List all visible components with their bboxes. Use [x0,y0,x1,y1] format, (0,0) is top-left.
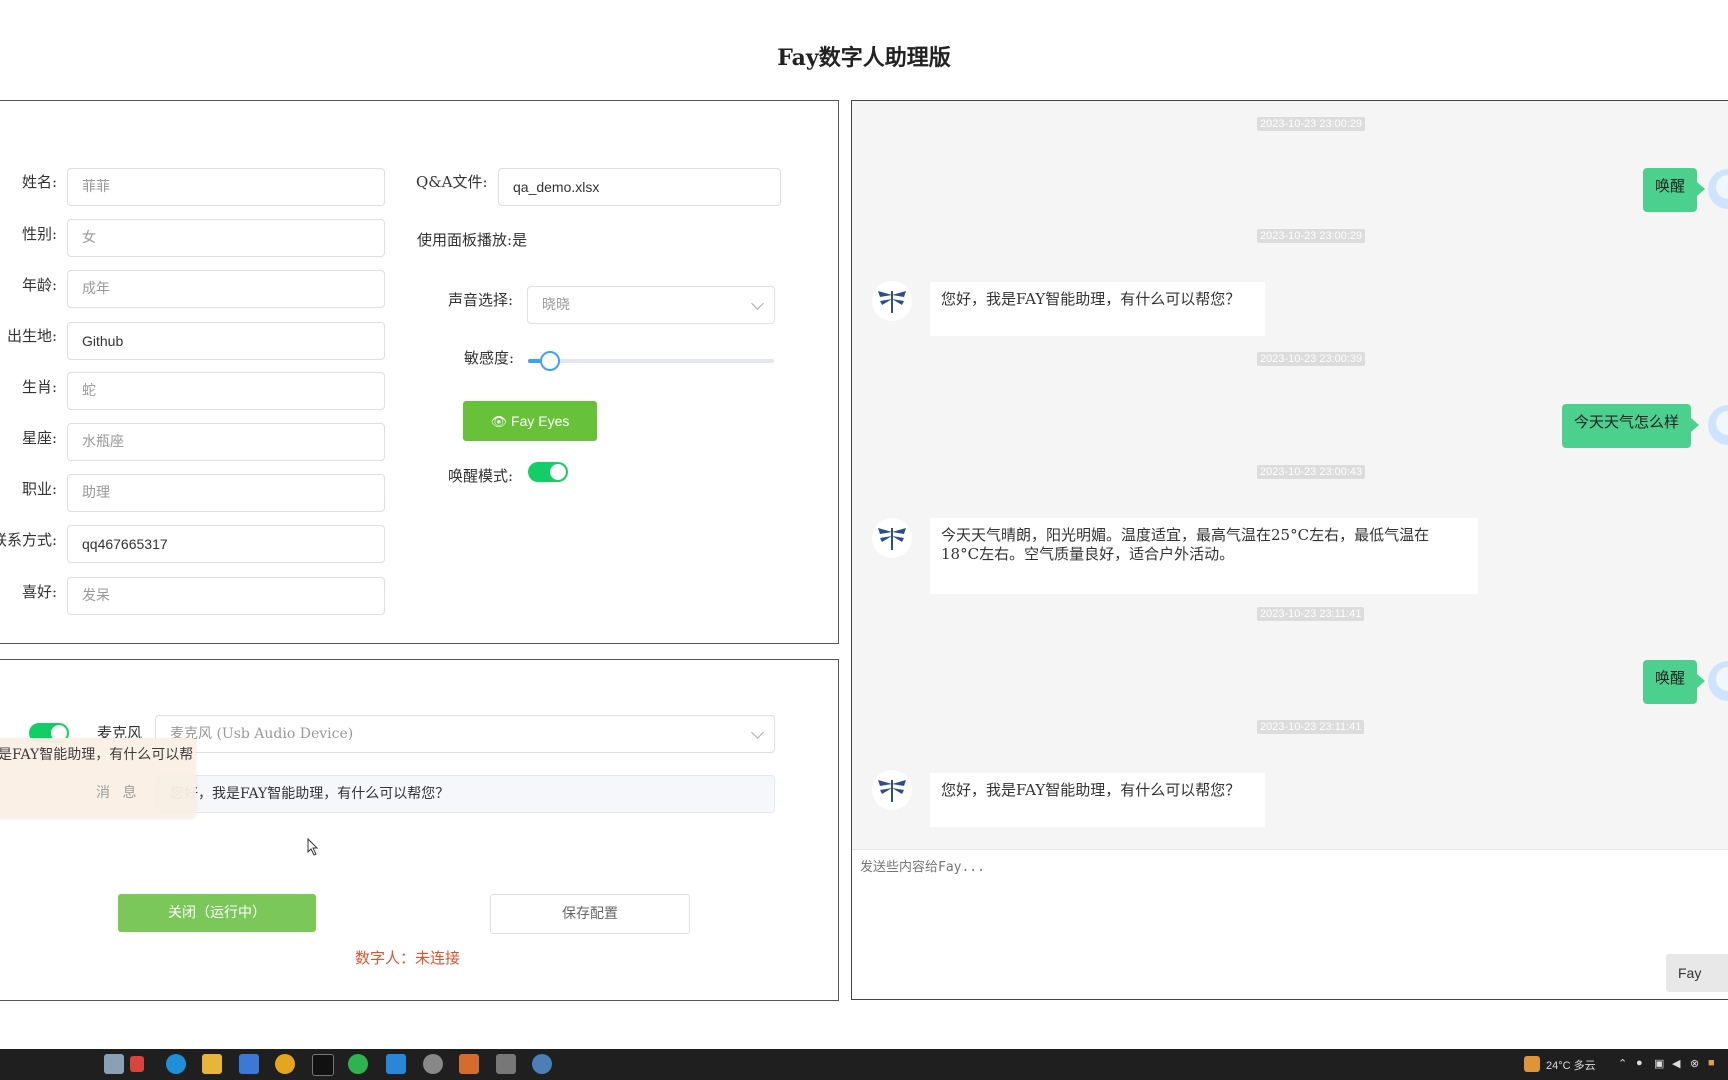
zodiac-input[interactable]: 蛇 [67,372,385,410]
chat-input[interactable] [858,854,1722,938]
archive-icon[interactable] [459,1054,479,1074]
mic-select[interactable]: 麦克风 (Usb Audio Device) [155,715,775,753]
panel-play-label: 使用面板播放:是 [417,229,527,250]
chat-timestamp: 2023-10-23 23:00:29 [1257,229,1366,243]
wechat-icon[interactable] [348,1054,368,1074]
message-input[interactable]: 您好，我是FAY智能助理，有什么可以帮您？ [155,775,775,813]
birthplace-input[interactable]: Github [67,322,385,360]
chat-message-user: 今天天气怎么样 [1562,404,1700,448]
panel-play-value: 是 [512,231,528,249]
field-label-constellation: 星座: [21,429,57,447]
sensitivity-label: 敏感度: [464,349,515,367]
sensitivity-slider[interactable] [528,351,774,371]
field-label-hobby: 喜好: [21,583,57,601]
chat-message-fay: 您好，我是FAY智能助理，有什么可以帮您？ [930,282,1265,336]
volume-icon[interactable]: ◀ [1672,1057,1680,1070]
chat-timestamp: 2023-10-23 23:11:41 [1257,607,1365,621]
close-circle-icon[interactable]: ⊗ [1690,1057,1699,1070]
mic-tray-icon[interactable]: ● [1636,1057,1643,1069]
send-button[interactable]: Fay [1666,954,1728,992]
fay-eyes-button[interactable]: 👁 Fay Eyes [463,401,597,441]
chevron-down-icon [751,297,764,310]
control-panel: 麦克风 麦克风 (Usb Audio Device) 您好，我是FAY智能助理，… [0,659,839,1001]
voice-select-value: 晓晓 [542,297,570,313]
constellation-input[interactable]: 水瓶座 [67,423,385,461]
chat-timestamp: 2023-10-23 23:00:39 [1257,352,1366,366]
toast-title: 消 息 [96,785,141,801]
gender-input[interactable]: 女 [67,219,385,257]
dragonfly-icon [878,528,906,550]
close-button[interactable]: 关闭（运行中） [118,894,316,932]
app-badge-icon[interactable] [130,1056,144,1072]
chat-message-fay: 今天天气晴朗，阳光明媚。温度适宜，最高气温在25°C左右，最低气温在18°C左右… [930,518,1478,594]
edge-icon[interactable] [166,1054,186,1074]
chat-timestamp: 2023-10-23 23:00:43 [1257,465,1366,479]
weather-icon [1524,1056,1540,1072]
user-avatar [1708,405,1728,445]
chevron-up-icon[interactable]: ⌃ [1618,1057,1627,1070]
hobby-input[interactable]: 发呆 [67,577,385,615]
fay-avatar [872,770,912,810]
taskbar: 24°C 多云 ⌃ ● ▣ ◀ ⊗ ■ [0,1049,1728,1080]
field-label-contact: 联系方式: [0,531,57,549]
chat-timestamp: 2023-10-23 23:11:41 [1257,720,1365,734]
page-title: Fay数字人助理版 [777,45,951,71]
widgets-icon[interactable] [104,1054,124,1074]
status-text: 数字人：未连接 [355,949,461,967]
network-icon[interactable]: ▣ [1654,1057,1664,1070]
fay-avatar [872,281,912,321]
folder-icon[interactable] [202,1054,222,1074]
chrome-icon[interactable] [275,1054,295,1074]
field-label-zodiac: 生肖: [21,378,57,396]
wake-mode-label: 唤醒模式: [448,467,514,485]
qa-file-input[interactable]: qa_demo.xlsx [498,168,781,206]
field-label-age: 年龄: [21,276,57,294]
fay-avatar [872,518,912,558]
feishu-icon[interactable] [239,1054,259,1074]
job-input[interactable]: 助理 [67,474,385,512]
chat-message-user: 唤醒 [1643,660,1706,704]
python-icon[interactable] [532,1054,552,1074]
notification-icon[interactable]: ■ [1708,1057,1715,1069]
terminal-icon[interactable] [312,1054,334,1076]
profile-panel: 姓名: 菲菲 性别: 女 年龄: 成年 出生地: Github 生肖: 蛇 星座… [0,100,839,644]
toast-text: 是FAY智能助理，有什么可以帮 [0,747,194,763]
chat-timestamp: 2023-10-23 23:00:29 [1257,117,1366,131]
dragonfly-icon [878,780,906,802]
name-input[interactable]: 菲菲 [67,168,385,206]
field-label-birthplace: 出生地: [6,327,57,345]
message-toast: 是FAY智能助理，有什么可以帮 消 息 [0,738,196,818]
field-label-job: 职业: [21,480,57,498]
toggle-knob [550,464,566,480]
dragonfly-icon [878,291,906,313]
settings-icon[interactable] [423,1054,443,1074]
field-label-gender: 性别: [21,225,57,243]
field-label-name: 姓名: [21,173,57,191]
chat-panel: 2023-10-23 23:00:29 唤醒 2023-10-23 23:00:… [851,100,1728,1000]
qa-file-label: Q&A文件: [416,173,488,191]
chevron-down-icon [751,726,764,739]
weather-text: 24°C 多云 [1546,1060,1596,1072]
contact-input[interactable]: qq467665317 [67,525,385,563]
sensitivity-slider-handle[interactable] [540,351,561,371]
mouse-cursor-icon [307,838,319,856]
vscode-icon[interactable] [386,1054,406,1074]
fay-eyes-label: Fay Eyes [511,413,570,429]
user-avatar [1708,169,1728,209]
chat-input-area [852,849,1728,999]
panel-play-label-text: 使用面板播放: [417,231,513,249]
chat-message-fay: 您好，我是FAY智能助理，有什么可以帮您？ [930,773,1265,827]
mic-select-value: 麦克风 (Usb Audio Device) [170,726,354,742]
voice-label: 声音选择: [448,291,514,309]
wake-mode-toggle[interactable] [528,462,568,482]
age-input[interactable]: 成年 [67,270,385,308]
voice-select[interactable]: 晓晓 [527,286,775,324]
app-icon[interactable] [496,1054,516,1074]
chat-message-user: 唤醒 [1643,168,1706,212]
user-avatar [1708,661,1728,701]
save-config-button[interactable]: 保存配置 [490,894,690,934]
eye-icon: 👁 [490,414,508,429]
